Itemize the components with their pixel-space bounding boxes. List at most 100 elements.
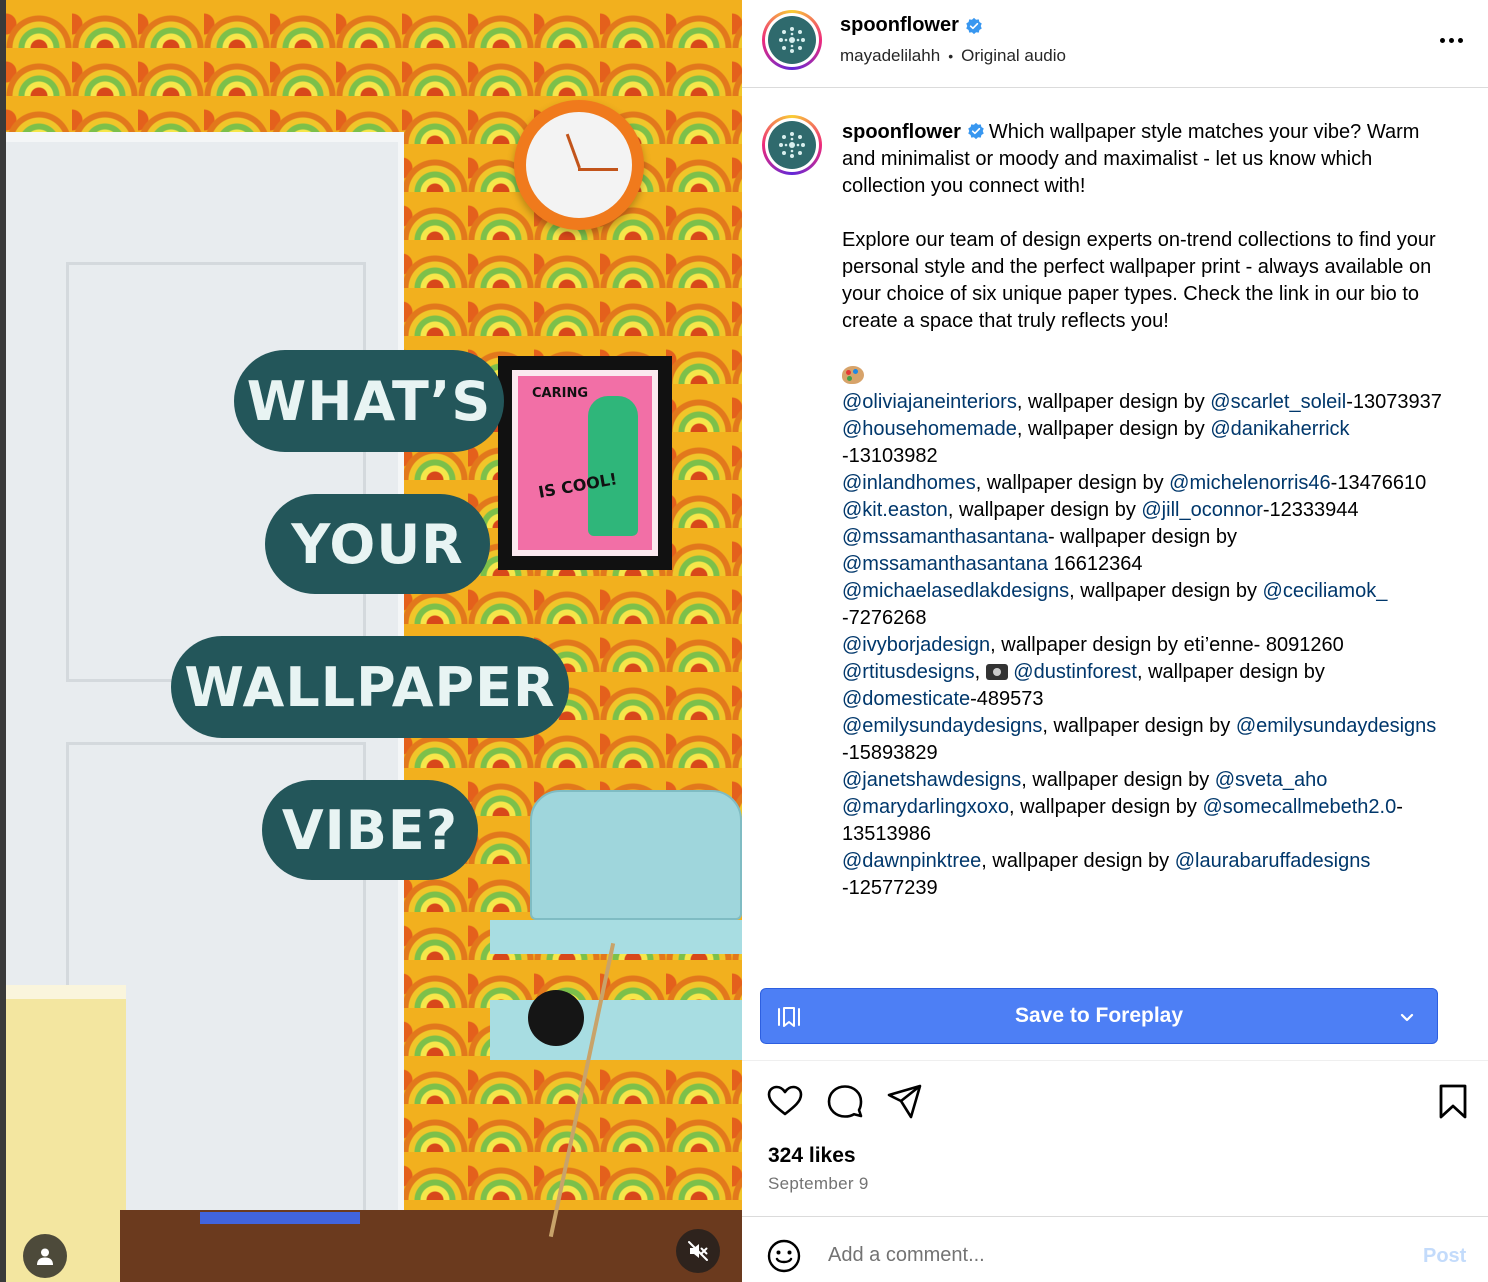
more-options-button[interactable] (1434, 28, 1468, 52)
camera-emoji-icon (985, 664, 1008, 680)
divider (742, 1060, 1488, 1061)
post-date[interactable]: September 9 (768, 1174, 869, 1194)
chevron-down-icon[interactable] (1397, 1007, 1417, 1027)
comment-icon[interactable] (826, 1082, 864, 1120)
speaker-muted-icon (688, 1241, 708, 1261)
post-caption: spoonflower Which wallpaper style matches… (842, 119, 1442, 902)
mention-link[interactable]: @emilysundaydesigns (1236, 715, 1436, 737)
mention-link[interactable]: @househomemade (842, 418, 1017, 440)
header-username[interactable]: spoonflower (840, 14, 959, 37)
verified-badge-icon (968, 122, 984, 140)
mention-link[interactable]: @michaelasedlakdesigns (842, 580, 1069, 602)
black-vase (528, 990, 584, 1046)
post-media[interactable]: CARING IS COOL! WHAT’S YOUR WALLPAPER VI… (0, 0, 742, 1282)
mention-link[interactable]: @dustinforest (1013, 661, 1137, 683)
credit-text: , wallpaper design by (1016, 391, 1211, 413)
foreplay-save-icon (778, 1007, 800, 1027)
mute-toggle-button[interactable] (676, 1229, 720, 1273)
overlay-text-line: YOUR (265, 494, 490, 594)
art-figure (588, 396, 638, 536)
send-icon[interactable] (886, 1082, 924, 1120)
credit-text: - wallpaper design by (1047, 526, 1243, 548)
mention-link[interactable]: @michelenorris46 (1169, 472, 1330, 494)
avatar[interactable] (762, 10, 822, 70)
credit-text: , wallpaper design by (981, 850, 1175, 872)
cart-shelf (490, 920, 742, 954)
overlay-text-line: WHAT’S (234, 350, 504, 452)
cart-shelf (490, 1000, 742, 1060)
heart-icon[interactable] (766, 1082, 804, 1120)
mention-link[interactable]: @marydarlingxoxo (842, 796, 1009, 818)
header-user: spoonflower (840, 14, 983, 37)
post-actions (742, 1076, 1488, 1126)
artist-palette-emoji-icon (842, 366, 864, 384)
audio-label[interactable]: Original audio (961, 46, 1066, 66)
art-print: CARING IS COOL! (512, 370, 658, 556)
tagged-people-button[interactable] (23, 1234, 67, 1278)
mention-link[interactable]: @dawnpinktree (842, 850, 981, 872)
mention-link[interactable]: @kit.easton (842, 499, 948, 521)
credit-text: , wallpaper design by eti’enne- 8091260 (990, 634, 1344, 656)
mention-link[interactable]: @danikaherrick (1210, 418, 1349, 440)
mention-link[interactable]: @laurabaruffadesigns (1175, 850, 1371, 872)
likes-count[interactable]: 324 likes (768, 1144, 856, 1168)
mention-link[interactable]: @domesticate (842, 688, 970, 710)
comments-scroll-area[interactable]: spoonflower Which wallpaper style matches… (742, 89, 1488, 971)
mention-link[interactable]: @jill_oconnor (1141, 499, 1262, 521)
more-horizontal-icon (1439, 37, 1445, 43)
mention-link[interactable]: @oliviajaneinteriors (842, 391, 1017, 413)
yellow-cabinet (6, 985, 126, 1282)
credit-text: , wallpaper design by (975, 472, 1170, 494)
overlay-text-line: VIBE? (262, 780, 478, 880)
save-to-foreplay-button[interactable]: Save to Foreplay (760, 988, 1438, 1044)
avatar-frame (765, 118, 819, 172)
avatar-frame (765, 13, 819, 67)
caption-username[interactable]: spoonflower (842, 121, 961, 143)
mention-link[interactable]: @ceciliamok_ (1263, 580, 1388, 602)
clock-hand (565, 133, 581, 169)
credit-text: -489573 (970, 688, 1044, 710)
post-comment-button[interactable]: Post (1423, 1245, 1466, 1268)
credit-text: , wallpaper design by (1009, 796, 1203, 818)
verified-badge-icon (966, 17, 982, 34)
emoji-icon[interactable] (766, 1238, 802, 1274)
cart-leg (548, 942, 616, 1238)
credit-text: , (974, 661, 986, 683)
more-horizontal-icon (1457, 37, 1463, 43)
mention-link[interactable]: @mssamanthasantana (842, 526, 1048, 548)
credit-text: , wallpaper design by (1016, 418, 1211, 440)
comment-input[interactable] (828, 1235, 1388, 1275)
credit-text: , wallpaper design by (1021, 769, 1215, 791)
bread-box (530, 790, 742, 920)
mention-link[interactable]: @janetshawdesigns (842, 769, 1021, 791)
mention-link[interactable]: @somecallmebeth2.0 (1202, 796, 1396, 818)
credit-text: , wallpaper design by (947, 499, 1142, 521)
audio-user-link[interactable]: mayadelilahh (840, 46, 940, 66)
overlay-text-line: WALLPAPER (171, 636, 569, 738)
bookmark-icon[interactable] (1434, 1082, 1472, 1120)
mention-link[interactable]: @scarlet_soleil (1210, 391, 1346, 413)
floor-light (200, 1212, 360, 1224)
post-header: spoonflower mayadelilahh • Original audi… (742, 0, 1488, 88)
audio-attribution: mayadelilahh • Original audio (840, 46, 1066, 66)
mention-link[interactable]: @mssamanthasantana (842, 553, 1048, 575)
credit-text: , wallpaper design by (1136, 661, 1331, 683)
credit-text: , wallpaper design by (1042, 715, 1236, 737)
caption-paragraph: Explore our team of design experts on-tr… (842, 229, 1442, 332)
mention-link[interactable]: @inlandhomes (842, 472, 976, 494)
mention-link[interactable]: @sveta_aho (1215, 769, 1328, 791)
art-print-text: CARING (532, 386, 588, 401)
mention-link[interactable]: @ivyborjadesign (842, 634, 990, 656)
mention-link[interactable]: @emilysundaydesigns (842, 715, 1042, 737)
person-icon (37, 1248, 53, 1265)
credit-text: , wallpaper design by (1069, 580, 1263, 602)
caption-avatar[interactable] (762, 115, 822, 175)
avatar-image (768, 121, 816, 169)
mention-link[interactable]: @rtitusdesigns (842, 661, 975, 683)
credit-text: -12333944 (1262, 499, 1359, 521)
save-to-foreplay-label: Save to Foreplay (1014, 1004, 1184, 1027)
credit-text: -13073937 (1346, 391, 1442, 413)
credit-text: 16612364 (1047, 553, 1143, 575)
spoonflower-logo-icon (779, 27, 805, 53)
wall-clock (514, 100, 644, 230)
